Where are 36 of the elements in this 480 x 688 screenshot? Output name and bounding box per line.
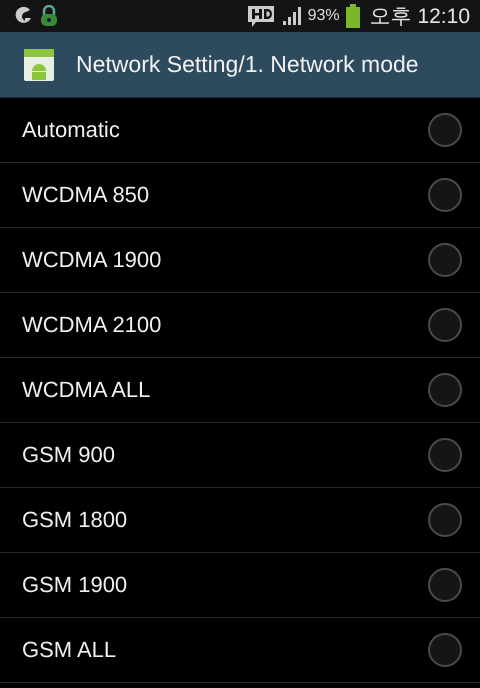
option-label: GSM 1900 <box>22 572 128 598</box>
android-app-icon <box>24 48 54 80</box>
option-row[interactable]: WCDMA 850 <box>0 163 480 228</box>
option-row[interactable]: GSM 1800 <box>0 488 480 553</box>
option-label: WCDMA 850 <box>22 182 150 208</box>
option-row[interactable]: WCDMA 1900 <box>0 228 480 293</box>
option-row[interactable]: GSM 1900 <box>0 553 480 618</box>
signal-icon <box>282 6 302 26</box>
radio-button[interactable] <box>428 568 462 602</box>
radio-button[interactable] <box>428 113 462 147</box>
option-row[interactable]: WCDMA ALL <box>0 358 480 423</box>
radio-button[interactable] <box>428 243 462 277</box>
option-label: WCDMA 1900 <box>22 247 162 273</box>
option-label: WCDMA 2100 <box>22 312 162 338</box>
lock-icon <box>40 5 58 27</box>
option-row[interactable]: GSM ALL <box>0 618 480 683</box>
clock: 오후 12:10 <box>370 4 470 30</box>
hd-icon <box>246 4 276 28</box>
battery-icon <box>346 4 360 28</box>
option-row[interactable]: GSM 900 <box>0 423 480 488</box>
option-label: Automatic <box>22 117 121 143</box>
option-row[interactable]: WCDMA 2100 <box>0 293 480 358</box>
radio-button[interactable] <box>428 438 462 472</box>
radio-button[interactable] <box>428 373 462 407</box>
radio-button[interactable] <box>428 633 462 667</box>
option-label: GSM ALL <box>22 637 118 663</box>
option-label: GSM 1800 <box>22 507 128 533</box>
radio-button[interactable] <box>428 178 462 212</box>
app-logo-icon <box>14 6 34 26</box>
radio-button[interactable] <box>428 503 462 537</box>
window-title: Network Setting/1. Network mode <box>76 51 419 78</box>
radio-button[interactable] <box>428 308 462 342</box>
option-row[interactable]: Automatic <box>0 98 480 163</box>
battery-percent: 93% <box>308 7 340 25</box>
option-label: GSM 900 <box>22 442 116 468</box>
option-label: WCDMA ALL <box>22 377 152 403</box>
